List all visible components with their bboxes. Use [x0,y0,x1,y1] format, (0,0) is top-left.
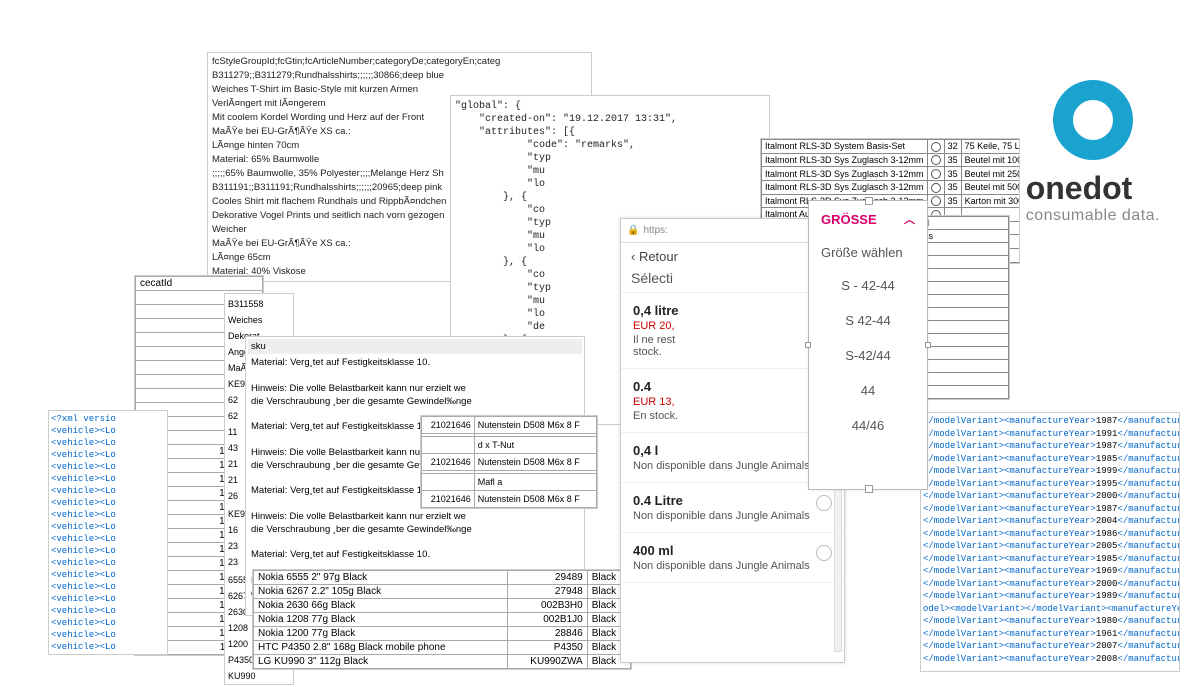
xml-vehicles-right: </modelVariant><manufactureYear>1987</ma… [920,412,1180,672]
item-title: 0,4 l [633,443,832,458]
item-subtext: Non disponible dans Jungle Animals [633,560,832,572]
size-option[interactable]: 44/46 [809,408,927,443]
size-option-item[interactable]: 0.4 Litre Non disponible dans Jungle Anim… [621,483,844,533]
sku-header: sku [248,339,582,354]
csv-line: B311279;;B311279;Rundhalsshirts;;;;;;308… [212,69,587,83]
cell: Weiches [225,312,293,328]
table-row: Nokia 6555 2" 97g Black29489Black [254,571,631,585]
table-row: Nokia 1208 77g Black002B1J0Black [254,613,631,627]
table-row: Italmont RLS-3D Sys Zuglasch 3-12mm35Beu… [762,167,1021,181]
item-title: 0.4 Litre [633,493,832,508]
table-row: Nokia 1200 77g Black28846Black [254,627,631,641]
item-title: 400 ml [633,543,832,558]
brand-logo: onedot consumable data. [1026,80,1160,225]
column-header: cecatId [136,277,263,291]
url-text: https: [643,225,667,236]
nutenstein-table: 21021646Nutenstein D508 M6x 8 Fd x T-Nut… [421,416,597,508]
chevron-up-icon: ︿ [904,211,915,227]
logo-text: onedot [1026,170,1160,207]
radio-icon[interactable] [816,495,832,511]
item-price: EUR 13, [633,396,832,408]
nutenstein-panel: 21021646Nutenstein D508 M6x 8 Fd x T-Nut… [420,415,598,509]
size-option[interactable]: S-42/44 [809,338,927,373]
table-row: Italmont RLS-3D Sys Zuglasch 3-12mm35Beu… [762,153,1021,167]
size-option[interactable]: 44 [809,373,927,408]
table-row: d x T-Nut [422,437,597,454]
table-row: Nokia 6267 2.2" 105g Black27948Black [254,585,631,599]
table-row: Italmont RLS-3D System Basis-Set3275 Kei… [762,140,1021,154]
refresh-icon[interactable] [931,155,941,165]
csv-line: fcStyleGroupId;fcGtin;fcArticleNumber;ca… [212,55,587,69]
item-title: 0,4 litre [633,303,832,318]
item-title: 0.4 [633,379,832,394]
table-row: Italmont RLS-3D Sys Zuglasch 3-12mm35Beu… [762,180,1021,194]
table-row: HTC P4350 2.8" 168g Black mobile phoneP4… [254,641,631,655]
radio-icon[interactable] [816,545,832,561]
refresh-icon[interactable] [931,169,941,179]
size-popup-header[interactable]: GRÖSSE ︿ [809,201,927,231]
refresh-icon[interactable] [931,183,941,193]
resize-handle-icon[interactable] [925,342,931,348]
phones-panel: Nokia 6555 2" 97g Black29489BlackNokia 6… [252,569,632,670]
cell: KU990 [225,668,293,684]
lock-icon: 🔒 [627,225,639,236]
sku-block: Material: Verg¸tet auf Festigkeitsklasse… [248,354,582,418]
size-choose-label: Größe wählen [809,231,927,268]
table-row: Maﬂ a [422,474,597,491]
refresh-icon[interactable] [931,196,941,206]
size-option[interactable]: S - 42-44 [809,268,927,303]
item-subtext: Non disponible dans Jungle Animals [633,460,832,472]
table-row: 21021646Nutenstein D508 M6x 8 F [422,417,597,434]
refresh-icon[interactable] [931,142,941,152]
table-row: LG KU990 3" 112g BlackKU990ZWABlack [254,655,631,669]
resize-handle-icon[interactable] [805,342,811,348]
xml-vehicles-left: <?xml versio<vehicle><Lo<vehicle><Lo<veh… [48,410,168,655]
size-selector-popup: GRÖSSE ︿ Größe wählen S - 42-44S 42-44S-… [808,200,928,490]
table-row: 21021646Nutenstein D508 M6x 8 F [422,491,597,508]
table-row: 21021646Nutenstein D508 M6x 8 F [422,454,597,471]
table-row: Nokia 2630 66g Black002B3H0Black [254,599,631,613]
logo-tagline: consumable data. [1026,207,1160,225]
item-subtext: Il ne reststock. [633,334,832,358]
logo-circle-icon [1053,80,1133,160]
item-subtext: Non disponible dans Jungle Animals [633,510,832,522]
phones-table: Nokia 6555 2" 97g Black29489BlackNokia 6… [253,570,631,669]
size-option[interactable]: S 42-44 [809,303,927,338]
item-price: EUR 20, [633,320,832,332]
cell: B311558 [225,296,293,312]
size-option-item[interactable]: 400 ml Non disponible dans Jungle Animals [621,533,844,583]
item-subtext: En stock. [633,410,832,422]
size-title: GRÖSSE [821,212,877,227]
